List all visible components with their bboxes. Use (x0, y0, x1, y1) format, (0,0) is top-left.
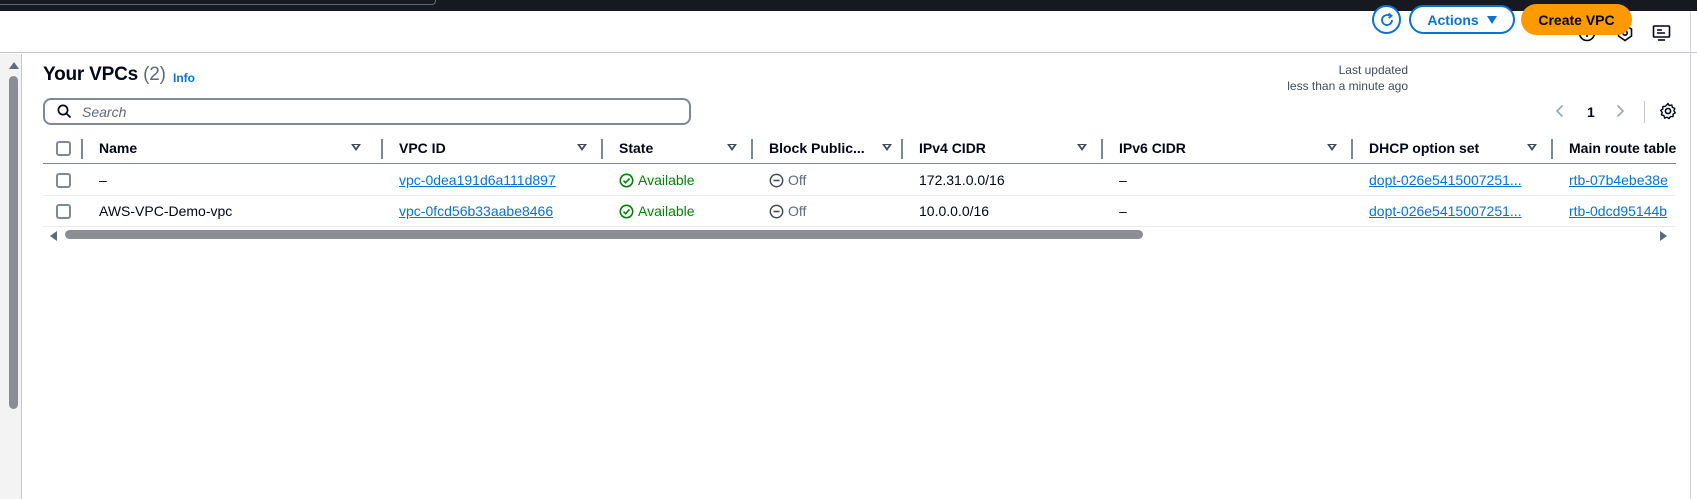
column-header-label: Block Public... (769, 140, 865, 156)
create-vpc-button[interactable]: Create VPC (1521, 4, 1632, 35)
pagination: 1 (1555, 101, 1690, 123)
column-separator[interactable] (1351, 139, 1353, 159)
browser-tab-edge (0, 0, 436, 5)
column-separator[interactable] (901, 139, 903, 159)
column-header-ipv6-cidr[interactable]: IPv6 CIDR (1119, 140, 1339, 158)
minus-circle-icon (769, 204, 784, 218)
search-box[interactable] (43, 98, 691, 125)
page-title-text: Your VPCs (43, 64, 138, 85)
table-row[interactable]: – vpc-0dea191d6a111d897 Available Off 17… (43, 165, 1676, 196)
cell-ipv6-cidr: – (1119, 172, 1127, 188)
column-separator[interactable] (601, 139, 603, 159)
cell-ipv4-cidr: 172.31.0.0/16 (919, 172, 1005, 188)
check-circle-icon (619, 173, 634, 187)
sort-icon[interactable] (727, 144, 737, 151)
actions-dropdown-button[interactable]: Actions (1409, 5, 1515, 34)
cell-name: – (99, 172, 107, 188)
row-checkbox[interactable] (56, 173, 71, 188)
column-header-label: Main route table (1569, 140, 1676, 156)
last-updated-value: less than a minute ago (1287, 79, 1408, 93)
cell-name: AWS-VPC-Demo-vpc (99, 203, 233, 219)
column-separator[interactable] (381, 139, 383, 159)
cell-state: Available (619, 172, 695, 188)
cell-ipv4-cidr: 10.0.0.0/16 (919, 203, 990, 219)
column-header-name[interactable]: Name (99, 140, 364, 158)
column-separator[interactable] (1101, 139, 1103, 159)
column-separator[interactable] (1551, 139, 1553, 159)
column-header-dhcp-option-set[interactable]: DHCP option set (1369, 140, 1539, 158)
search-input[interactable] (82, 103, 642, 120)
column-header-label: Name (99, 140, 138, 156)
vpcs-header: Your VPCs (2) Info Last updated less tha… (43, 58, 1683, 98)
next-page-icon[interactable] (1615, 104, 1625, 123)
refresh-button[interactable] (1372, 5, 1401, 34)
horizontal-scrollbar[interactable] (43, 228, 1677, 242)
column-separator[interactable] (751, 139, 753, 159)
refresh-icon (1380, 12, 1393, 26)
check-circle-icon (619, 204, 634, 218)
sort-icon[interactable] (577, 144, 587, 151)
pager-divider (1644, 101, 1645, 123)
vertical-scrollbar[interactable] (0, 54, 22, 499)
cell-dhcp-link[interactable]: dopt-026e5415007251... (1369, 172, 1522, 188)
cell-dhcp-link[interactable]: dopt-026e5415007251... (1369, 203, 1522, 219)
cell-block-public: Off (769, 203, 806, 219)
scroll-left-arrow-icon[interactable] (50, 231, 57, 241)
caret-down-icon (1486, 15, 1497, 24)
info-link[interactable]: Info (173, 71, 195, 85)
row-checkbox[interactable] (56, 204, 71, 219)
block-public-label: Off (788, 203, 807, 219)
sort-icon[interactable] (1327, 144, 1337, 151)
gear-icon[interactable] (1659, 102, 1677, 125)
column-header-state[interactable]: State (619, 140, 739, 158)
column-header-label: IPv4 CIDR (919, 140, 986, 156)
column-header-ipv4-cidr[interactable]: IPv4 CIDR (919, 140, 1089, 158)
page-title: Your VPCs (2) (43, 64, 166, 86)
previous-page-icon[interactable] (1555, 104, 1565, 123)
column-header-label: VPC ID (399, 140, 446, 156)
cell-vpc-id-link[interactable]: vpc-0dea191d6a111d897 (399, 172, 556, 188)
last-updated-text: Last updated less than a minute ago (1287, 62, 1408, 94)
sort-icon[interactable] (351, 144, 361, 151)
vertical-scroll-thumb[interactable] (9, 76, 18, 409)
column-header-block-public[interactable]: Block Public... (769, 140, 894, 158)
column-separator[interactable] (81, 139, 83, 159)
cell-route-table-link[interactable]: rtb-07b4ebe38e (1569, 172, 1668, 188)
cell-block-public: Off (769, 172, 806, 188)
table-row[interactable]: AWS-VPC-Demo-vpc vpc-0fcd56b33aabe8466 A… (43, 196, 1676, 227)
sort-icon[interactable] (882, 144, 892, 151)
block-public-label: Off (788, 172, 807, 188)
cell-route-table-link[interactable]: rtb-0dcd95144b (1569, 203, 1667, 219)
last-updated-label: Last updated (1338, 63, 1408, 77)
cell-ipv6-cidr: – (1119, 203, 1127, 219)
feedback-screen-icon[interactable] (1652, 23, 1672, 43)
state-label: Available (638, 172, 695, 188)
sort-icon[interactable] (1077, 144, 1087, 151)
sort-icon[interactable] (1527, 144, 1537, 151)
page-edge-divider (1690, 11, 1691, 499)
current-page-number[interactable]: 1 (1587, 104, 1595, 120)
actions-label: Actions (1427, 11, 1479, 28)
state-label: Available (638, 203, 695, 219)
minus-circle-icon (769, 173, 784, 187)
scroll-up-arrow-icon[interactable] (9, 62, 19, 69)
horizontal-scroll-thumb[interactable] (65, 230, 1143, 239)
scroll-right-arrow-icon[interactable] (1660, 231, 1667, 241)
column-header-vpc-id[interactable]: VPC ID (399, 140, 589, 158)
cell-state: Available (619, 203, 695, 219)
search-icon (57, 104, 72, 119)
column-header-label: IPv6 CIDR (1119, 140, 1186, 156)
create-vpc-label: Create VPC (1538, 11, 1615, 28)
column-header-label: State (619, 140, 654, 156)
cell-vpc-id-link[interactable]: vpc-0fcd56b33aabe8466 (399, 203, 553, 219)
vpc-count: (2) (143, 64, 166, 85)
column-header-main-route-table[interactable]: Main route table (1569, 140, 1676, 158)
select-all-checkbox[interactable] (56, 141, 71, 156)
column-header-label: DHCP option set (1369, 140, 1480, 156)
table-header: Name VPC ID State Block Public... IPv4 C… (43, 134, 1676, 164)
